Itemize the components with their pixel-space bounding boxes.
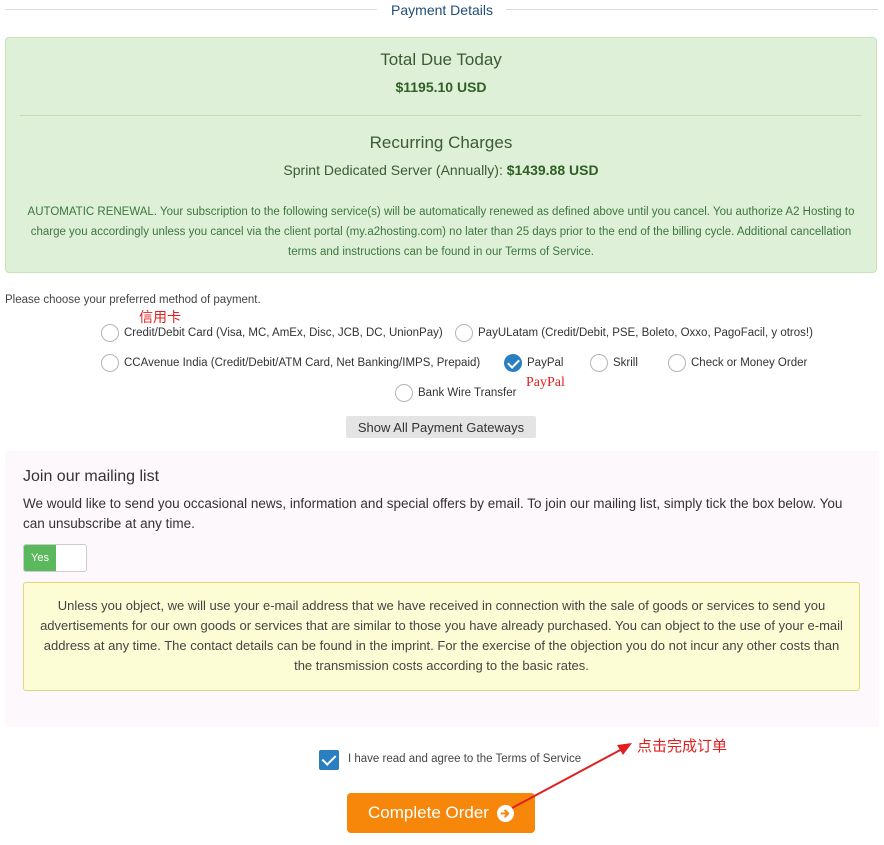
arrow-right-circle-icon (496, 804, 514, 822)
payment-option-skrill[interactable]: Skrill (590, 354, 638, 372)
payment-option-label: Skrill (613, 357, 638, 369)
payment-option-payulatam[interactable]: PayULatam (Credit/Debit, PSE, Boleto, Ox… (455, 324, 813, 342)
mailing-list-title: Join our mailing list (23, 468, 160, 485)
payment-option-bank-wire[interactable]: Bank Wire Transfer (395, 384, 516, 402)
annotation-complete-order: 点击完成订单 (637, 737, 728, 755)
total-due-amount: $1195.10 USD (395, 79, 487, 95)
order-summary-box: Total Due Today $1195.10 USD Recurring C… (5, 37, 877, 273)
radio-button[interactable] (101, 324, 119, 342)
mailing-list-toggle[interactable]: Yes (23, 544, 87, 572)
payment-option-label: PayULatam (Credit/Debit, PSE, Boleto, Ox… (478, 327, 813, 339)
radio-button[interactable] (668, 354, 686, 372)
toggle-on-label: Yes (24, 545, 56, 571)
mailing-list-panel: Join our mailing list We would like to s… (5, 451, 879, 727)
payment-option-label: Check or Money Order (691, 357, 808, 369)
email-objection-notice: Unless you object, we will use your e-ma… (23, 582, 860, 691)
recurring-item: Sprint Dedicated Server (Annually): (283, 162, 507, 178)
radio-button[interactable] (101, 354, 119, 372)
section-title: Payment Details (0, 2, 884, 18)
radio-button-selected[interactable] (504, 354, 522, 372)
recurring-charges-line: Sprint Dedicated Server (Annually): $143… (6, 162, 876, 178)
payment-option-label: CCAvenue India (Credit/Debit/ATM Card, N… (124, 357, 481, 369)
payment-option-label: PayPal (527, 357, 564, 369)
auto-renewal-notice: AUTOMATIC RENEWAL. Your subscription to … (27, 206, 855, 258)
payment-option-ccavenue[interactable]: CCAvenue India (Credit/Debit/ATM Card, N… (101, 354, 480, 372)
terms-checkbox[interactable] (319, 750, 339, 770)
recurring-charges-label: Recurring Charges (369, 133, 513, 152)
radio-button[interactable] (590, 354, 608, 372)
show-all-gateways-button[interactable]: Show All Payment Gateways (346, 416, 536, 438)
payment-option-paypal[interactable]: PayPal (504, 354, 563, 372)
annotation-paypal: PayPal (526, 375, 565, 390)
payment-option-check[interactable]: Check or Money Order (668, 354, 807, 372)
radio-button[interactable] (455, 324, 473, 342)
terms-label: I have read and agree to the Terms of Se… (348, 753, 582, 765)
annotation-credit-card: 信用卡 (139, 310, 181, 326)
recurring-amount: $1439.88 USD (506, 162, 599, 178)
radio-button[interactable] (395, 384, 413, 402)
summary-divider (20, 115, 862, 116)
mailing-list-description: We would like to send you occasional new… (23, 496, 843, 531)
payment-prompt: Please choose your preferred method of p… (5, 294, 261, 306)
payment-option-label: Credit/Debit Card (Visa, MC, AmEx, Disc,… (124, 327, 443, 339)
payment-option-label: Bank Wire Transfer (418, 387, 517, 399)
complete-order-button[interactable]: Complete Order (347, 793, 535, 833)
total-due-label: Total Due Today (380, 50, 502, 69)
complete-order-label: Complete Order (368, 803, 489, 822)
